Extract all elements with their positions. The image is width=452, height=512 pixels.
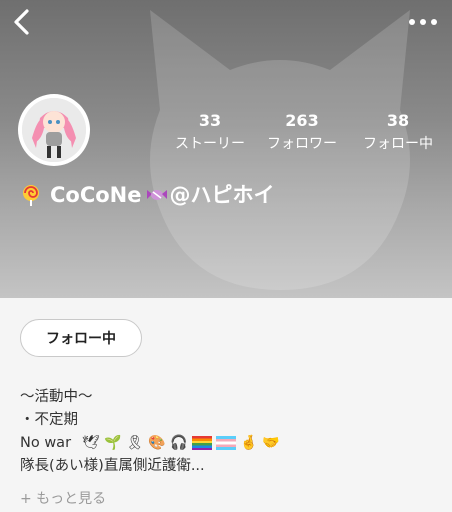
handshake-icon: 🤝 (261, 435, 280, 451)
show-more-link[interactable]: + もっと見る (20, 488, 106, 508)
display-name: CoCoNe (50, 183, 142, 207)
candy-icon (146, 190, 167, 200)
seedling-icon: 🌱 (103, 435, 122, 451)
back-icon[interactable] (8, 6, 36, 38)
bio-line-3-text: No war (20, 435, 72, 451)
dove-icon: 🕊 (81, 435, 100, 451)
headphones-icon: 🎧 (169, 435, 188, 451)
bio: 〜活動中〜 ・不定期 No war 🕊 🌱 🎗 🎨 🎧 🤞 🤝 隊長(あい様)直… (20, 386, 440, 478)
trans-flag-icon (215, 436, 236, 450)
bio-line-2: ・不定期 (20, 412, 78, 428)
crossed-fingers-icon: 🤞 (239, 435, 258, 451)
following-button[interactable]: フォロー中 (20, 319, 142, 357)
profile-name: CoCoNe @ハピホイ (20, 180, 275, 210)
bio-line-1: 〜活動中〜 (20, 389, 93, 405)
profile-header: 33 ストーリー 263 フォロワー 38 フォロー中 CoCoNe @ハピホイ (0, 0, 452, 298)
stat-following[interactable]: 38 フォロー中 (356, 112, 440, 154)
stat-following-count: 38 (386, 111, 410, 130)
palette-icon: 🎨 (147, 435, 166, 451)
ribbon-icon: 🎗 (125, 435, 144, 451)
stat-stories-count: 33 (198, 111, 222, 130)
handle: @ハピホイ (169, 183, 275, 207)
stat-stories-label: ストーリー (175, 136, 245, 152)
stat-following-label: フォロー中 (363, 136, 433, 152)
stat-followers-label: フォロワー (267, 136, 337, 152)
avatar[interactable] (18, 94, 90, 166)
stat-followers-count: 263 (285, 111, 319, 130)
more-icon[interactable] (406, 10, 440, 34)
stats-row: 33 ストーリー 263 フォロワー 38 フォロー中 (170, 112, 440, 156)
bio-emoji-row: 🕊 🌱 🎗 🎨 🎧 🤞 🤝 (82, 434, 280, 452)
rainbow-flag-icon (191, 436, 212, 450)
bio-line-4: 隊長(あい様)直属側近護衛... (20, 458, 205, 474)
bio-line-3: No war 🕊 🌱 🎗 🎨 🎧 🤞 🤝 (20, 432, 440, 455)
lollipop-icon (23, 185, 39, 206)
avatar-image (22, 98, 86, 162)
profile-content: フォロー中 〜活動中〜 ・不定期 No war 🕊 🌱 🎗 🎨 🎧 🤞 🤝 隊長… (0, 298, 452, 512)
stat-stories[interactable]: 33 ストーリー (170, 112, 250, 154)
stat-followers[interactable]: 263 フォロワー (262, 112, 342, 154)
